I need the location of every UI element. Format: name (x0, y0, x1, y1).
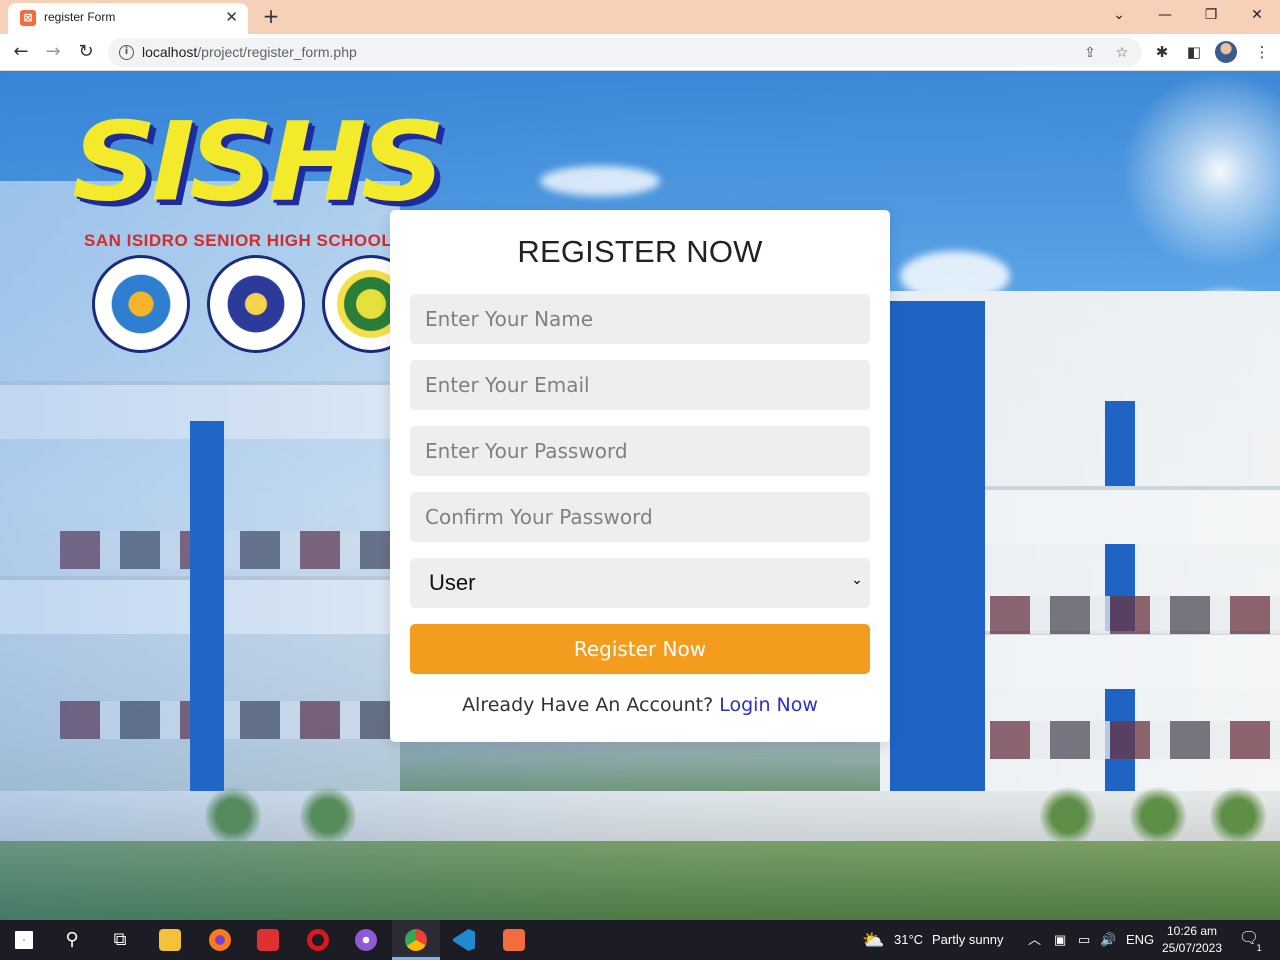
notification-count: 1 (1256, 944, 1262, 954)
deped-rizal-seal-icon (92, 255, 190, 353)
side-panel-icon[interactable]: ◧ (1182, 40, 1206, 64)
opera-icon[interactable] (294, 920, 342, 960)
profile-avatar[interactable] (1215, 41, 1237, 63)
bookmark-star-icon[interactable]: ☆ (1111, 42, 1133, 64)
chrome-icon[interactable] (392, 920, 440, 960)
register-form: REGISTER NOW User ⌄ Register Now Already… (390, 210, 890, 742)
windows-taskbar: ⚲ ⧉ ⛅ 31°C Partly sunny ︿ ▣ ▭ 🔊 ENG 10:2… (0, 920, 1280, 960)
site-info-icon[interactable]: i (119, 45, 134, 60)
search-icon[interactable]: ⚲ (48, 920, 96, 960)
share-icon[interactable]: ⇪ (1079, 42, 1101, 64)
clock-date: 25/07/2023 (1161, 941, 1223, 955)
volume-icon[interactable]: 🔊 (1100, 920, 1116, 960)
chevron-down-icon: ⌄ (851, 572, 863, 588)
forward-button[interactable]: → (40, 39, 66, 65)
clock-time: 10:26 am (1166, 924, 1218, 938)
url-text[interactable]: localhost/project/register_form.php (142, 44, 357, 60)
tab-title: register Form (44, 10, 116, 24)
reload-button[interactable]: ↻ (73, 39, 99, 65)
form-title: REGISTER NOW (517, 234, 763, 269)
url-path: /project/register_form.php (197, 44, 357, 60)
confirm-password-input[interactable] (410, 492, 870, 542)
task-view-icon[interactable]: ⧉ (96, 920, 144, 960)
password-input[interactable] (410, 426, 870, 476)
system-clock[interactable]: 10:26 am 25/07/2023 (1150, 923, 1234, 957)
school-wordmark: SISHS (72, 98, 446, 226)
file-explorer-icon[interactable] (146, 920, 194, 960)
weather-temperature[interactable]: 31°C (894, 920, 923, 960)
show-hidden-icons-chevron-icon[interactable]: ︿ (1028, 920, 1041, 960)
user-type-select[interactable]: User ⌄ (410, 558, 870, 608)
close-window-button[interactable]: ✕ (1234, 0, 1280, 30)
tab-search-button[interactable]: ⌄ (1096, 0, 1142, 30)
address-bar[interactable]: i localhost/project/register_form.php ⇪ … (108, 38, 1142, 67)
minimize-button[interactable]: — (1142, 0, 1188, 30)
network-icon[interactable]: ▭ (1078, 920, 1090, 960)
browser-titlebar: ⊠ register Form ✕ + ⌄ — ❐ ✕ (0, 0, 1280, 34)
login-prompt: Already Have An Account? Login Now (390, 694, 890, 716)
browser-tab[interactable]: ⊠ register Form ✕ (8, 3, 248, 34)
weather-condition[interactable]: Partly sunny (932, 920, 1004, 960)
kagawaran-ng-edukasyon-seal-icon (207, 255, 305, 353)
email-input[interactable] (410, 360, 870, 410)
browser-toolbar: ← → ↻ i localhost/project/register_form.… (0, 34, 1280, 71)
new-tab-button[interactable]: + (258, 3, 284, 29)
more-menu-icon[interactable]: ⋮ (1250, 40, 1274, 64)
extensions-puzzle-icon[interactable]: ✱ (1150, 40, 1174, 64)
login-link[interactable]: Login Now (719, 694, 818, 716)
name-input[interactable] (410, 294, 870, 344)
back-button[interactable]: ← (8, 39, 34, 65)
tab-close-icon[interactable]: ✕ (225, 8, 238, 26)
vscode-icon[interactable] (440, 920, 488, 960)
meet-now-icon[interactable]: ▣ (1054, 920, 1066, 960)
login-prompt-text: Already Have An Account? (462, 694, 714, 716)
user-type-value: User (429, 570, 476, 595)
windows-start-icon[interactable] (0, 920, 48, 960)
vivaldi-icon[interactable] (244, 920, 292, 960)
weather-icon[interactable]: ⛅ (862, 920, 884, 960)
register-button[interactable]: Register Now (410, 624, 870, 674)
restore-button[interactable]: ❐ (1188, 0, 1234, 30)
xampp-icon[interactable] (490, 920, 538, 960)
url-host: localhost (142, 44, 198, 60)
notification-center-icon[interactable]: 🗨 1 (1238, 928, 1262, 954)
xampp-favicon-icon: ⊠ (20, 10, 36, 26)
school-name: SAN ISIDRO SENIOR HIGH SCHOOL (84, 231, 393, 250)
tor-browser-icon[interactable] (342, 920, 390, 960)
firefox-icon[interactable] (196, 920, 244, 960)
